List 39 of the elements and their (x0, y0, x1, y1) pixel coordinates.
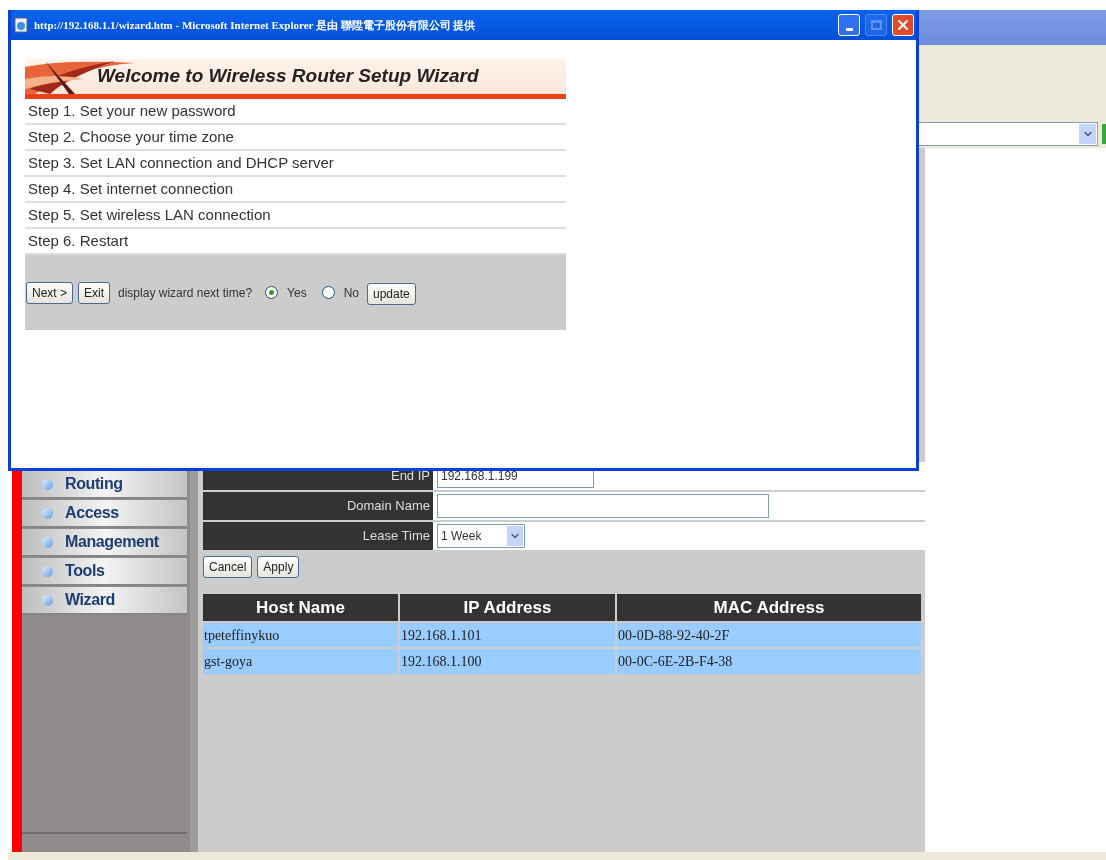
wizard-prompt: display wizard next time? (118, 284, 253, 302)
update-button[interactable]: update (367, 282, 416, 305)
sidebar-item[interactable]: Tools (22, 558, 187, 586)
column-header: Host Name (203, 594, 399, 622)
wizard-step: Step 3. Set LAN connection and DHCP server (25, 151, 566, 177)
window-title: http://192.168.1.1/wizard.htm - Microsoft Internet Explorer 是由 聯陞電子股份有限公司 提供 (34, 17, 477, 33)
wizard-title: Welcome to Wireless Router Setup Wizard (97, 64, 479, 89)
table-cell: 00-0C-6E-2B-F4-38 (616, 648, 922, 674)
column-header: MAC Address (616, 594, 922, 622)
minimize-button[interactable] (838, 14, 860, 36)
exit-button[interactable]: Exit (78, 281, 111, 304)
wizard-step: Step 4. Set internet connection (25, 177, 566, 203)
maximize-button[interactable] (865, 14, 887, 36)
table-cell: 00-0D-88-92-40-2F (616, 622, 922, 648)
column-header: IP Address (399, 594, 616, 622)
radio-option[interactable]: No (321, 283, 359, 302)
page-icon (13, 17, 29, 33)
lease-time-select[interactable]: 1 Week (437, 524, 525, 548)
table-cell: gst-goya (203, 648, 399, 674)
table-cell: 192.168.1.101 (399, 622, 616, 648)
cancel-button[interactable]: Cancel (203, 556, 253, 578)
text-field[interactable] (437, 494, 769, 518)
wizard-step: Step 5. Set wireless LAN connection (25, 203, 566, 229)
wizard-step: Step 1. Set your new password (25, 99, 566, 125)
apply-button[interactable]: Apply (257, 556, 300, 578)
sidebar-item[interactable]: Wizard (22, 587, 187, 615)
table-cell: 192.168.1.100 (399, 648, 616, 674)
field-label: Lease Time (203, 522, 433, 550)
sidebar-item[interactable]: Access (22, 500, 187, 528)
close-icon (895, 17, 911, 33)
wizard-step: Step 2. Choose your time zone (25, 125, 566, 151)
next-button[interactable]: Next > (26, 281, 73, 304)
sidebar-item[interactable]: Management (22, 529, 187, 557)
wizard-step: Step 6. Restart (25, 229, 566, 255)
close-button[interactable] (892, 14, 914, 36)
field-label: Domain Name (203, 492, 433, 520)
sidebar-item[interactable]: Routing (22, 471, 187, 499)
radio-option[interactable]: Yes (265, 283, 307, 302)
table-cell: tpeteffinykuo (203, 622, 399, 648)
